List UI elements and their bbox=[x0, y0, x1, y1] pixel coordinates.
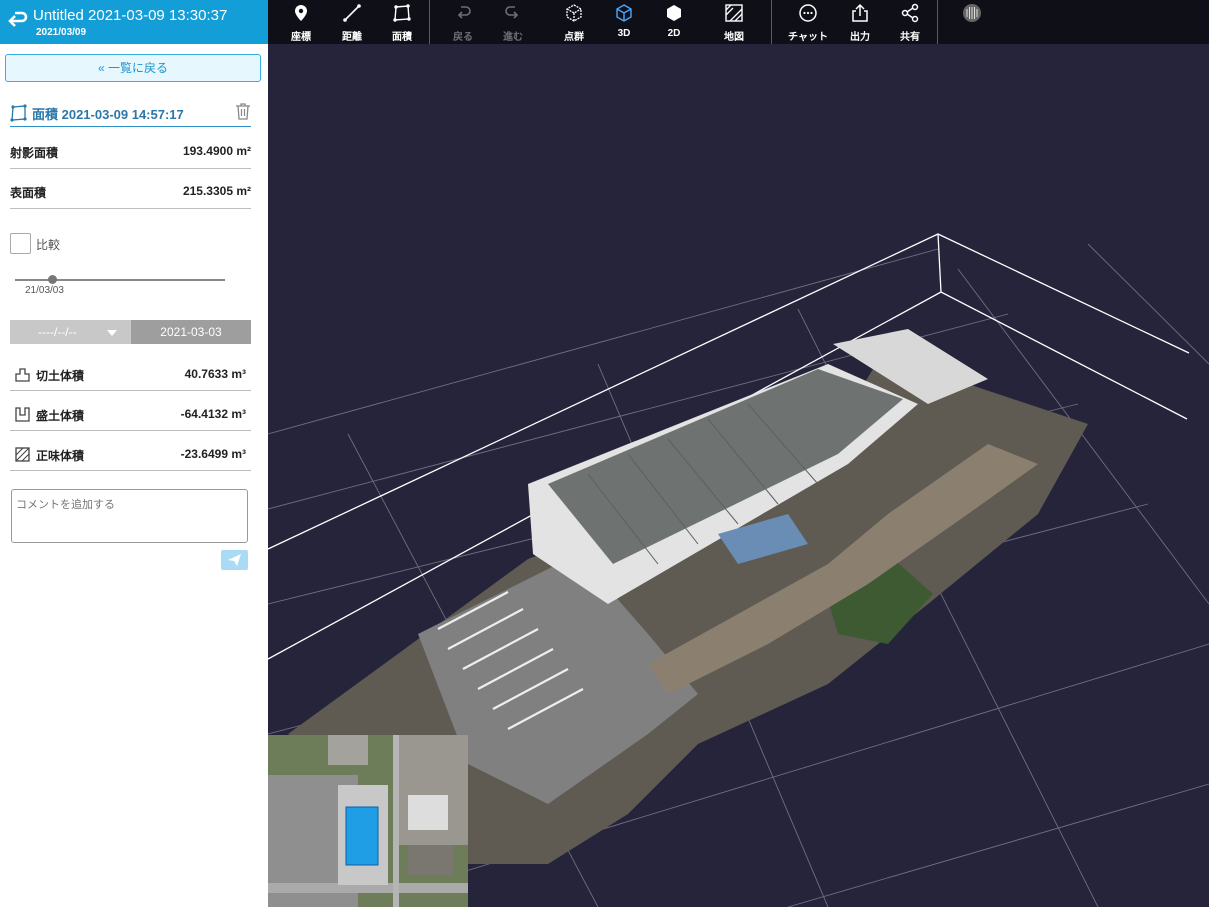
trash-icon[interactable] bbox=[235, 102, 251, 120]
project-title: Untitled 2021-03-09 13:30:37 bbox=[33, 7, 228, 24]
cube-3d-icon bbox=[616, 4, 632, 22]
send-icon bbox=[228, 554, 241, 566]
avatar-icon bbox=[963, 4, 981, 22]
cut-volume-value: 40.7633 m³ bbox=[184, 367, 246, 381]
pointcloud-cube-icon bbox=[566, 4, 582, 22]
chat-label: チャット bbox=[788, 32, 828, 43]
view-2d-label: 2D bbox=[667, 28, 681, 39]
redo-button[interactable]: 進む bbox=[488, 0, 538, 44]
distance-tool[interactable]: 距離 bbox=[327, 0, 377, 44]
share-label: 共有 bbox=[900, 32, 920, 43]
compare-date-select[interactable]: ----/--/-- bbox=[10, 320, 131, 344]
net-volume-icon bbox=[15, 447, 30, 462]
toolbar-divider bbox=[429, 0, 430, 44]
distance-icon bbox=[343, 4, 361, 22]
project-date: 2021/03/09 bbox=[36, 27, 87, 38]
net-volume-label: 正味体積 bbox=[36, 449, 85, 463]
coordinate-label: 座標 bbox=[291, 32, 311, 43]
undo-icon bbox=[457, 6, 471, 19]
map-icon bbox=[725, 4, 743, 22]
cut-volume-label: 切土体積 bbox=[36, 369, 85, 383]
redo-label: 進む bbox=[503, 32, 523, 43]
toolbar-divider bbox=[937, 0, 938, 44]
redo-icon bbox=[505, 6, 519, 19]
title-box: Untitled 2021-03-09 13:30:37 2021/03/09 bbox=[0, 0, 268, 44]
back-to-list-button[interactable]: « 一覧に戻る bbox=[5, 54, 261, 82]
measurement-title: 面積 2021-03-09 14:57:17 bbox=[32, 107, 184, 122]
date-slider[interactable] bbox=[15, 275, 225, 284]
surface-area-value: 215.3305 m² bbox=[182, 184, 251, 198]
cut-volume-row: 切土体積 40.7633 m³ bbox=[10, 354, 251, 391]
hexagon-2d-icon bbox=[667, 5, 681, 21]
share-icon bbox=[901, 3, 919, 23]
area-label: 面積 bbox=[392, 32, 412, 43]
fill-volume-icon bbox=[15, 407, 30, 422]
minimap[interactable] bbox=[268, 735, 468, 907]
projected-area-row: 射影面積 193.4900 m² bbox=[10, 132, 251, 169]
map-pin-icon bbox=[295, 5, 307, 21]
share-tool[interactable]: 共有 bbox=[885, 0, 935, 44]
view-3d-label: 3D bbox=[617, 28, 631, 39]
export-tool[interactable]: 出力 bbox=[835, 0, 885, 44]
compare-date-value: ----/--/-- bbox=[38, 325, 77, 339]
undo-label: 戻る bbox=[453, 32, 473, 43]
view-3d-tool[interactable]: 3D bbox=[599, 0, 649, 44]
toolbar: 座標 距離 面積 戻る 進む 点群 3D 2D 地図 チャット 出力 共有 bbox=[268, 0, 1209, 44]
toolbar-divider bbox=[771, 0, 772, 44]
map-label: 地図 bbox=[724, 32, 744, 43]
current-date-badge: 2021-03-03 bbox=[131, 320, 251, 344]
comment-input[interactable] bbox=[11, 489, 248, 543]
pointcloud-tool[interactable]: 点群 bbox=[549, 0, 599, 44]
net-volume-row: 正味体積 -23.6499 m³ bbox=[10, 434, 251, 471]
measurement-panel: « 一覧に戻る 面積 2021-03-09 14:57:17 射影面積 193.… bbox=[0, 44, 268, 907]
area-tool[interactable]: 面積 bbox=[377, 0, 427, 44]
view-2d-tool[interactable]: 2D bbox=[649, 0, 699, 44]
area-measure-icon bbox=[10, 104, 27, 122]
export-icon bbox=[852, 3, 868, 22]
cut-volume-icon bbox=[15, 368, 30, 382]
send-comment-button[interactable] bbox=[221, 550, 248, 570]
projected-area-value: 193.4900 m² bbox=[182, 144, 251, 158]
surface-area-label: 表面積 bbox=[10, 186, 47, 200]
surface-area-row: 表面積 215.3305 m² bbox=[10, 172, 251, 209]
dropdown-caret-icon bbox=[107, 330, 117, 336]
compare-label: 比較 bbox=[36, 238, 61, 252]
fill-volume-row: 盛土体積 -64.4132 m³ bbox=[10, 394, 251, 431]
fill-volume-label: 盛土体積 bbox=[36, 409, 85, 423]
map-tool[interactable]: 地図 bbox=[709, 0, 759, 44]
back-arrow-icon[interactable] bbox=[6, 9, 28, 31]
area-icon bbox=[393, 4, 411, 22]
user-avatar[interactable] bbox=[947, 0, 997, 44]
projected-area-label: 射影面積 bbox=[10, 146, 59, 160]
chat-tool[interactable]: チャット bbox=[783, 0, 833, 44]
compare-checkbox[interactable] bbox=[10, 233, 31, 254]
slider-handle[interactable] bbox=[48, 275, 57, 284]
pointcloud-label: 点群 bbox=[564, 32, 584, 43]
net-volume-value: -23.6499 m³ bbox=[180, 447, 246, 461]
distance-label: 距離 bbox=[342, 32, 362, 43]
slider-date-label: 21/03/03 bbox=[25, 285, 64, 296]
coordinate-tool[interactable]: 座標 bbox=[276, 0, 326, 44]
undo-button[interactable]: 戻る bbox=[438, 0, 488, 44]
measurement-header: 面積 2021-03-09 14:57:17 bbox=[10, 100, 251, 127]
fill-volume-value: -64.4132 m³ bbox=[180, 407, 246, 421]
chat-icon bbox=[799, 4, 817, 22]
export-label: 出力 bbox=[850, 32, 870, 43]
